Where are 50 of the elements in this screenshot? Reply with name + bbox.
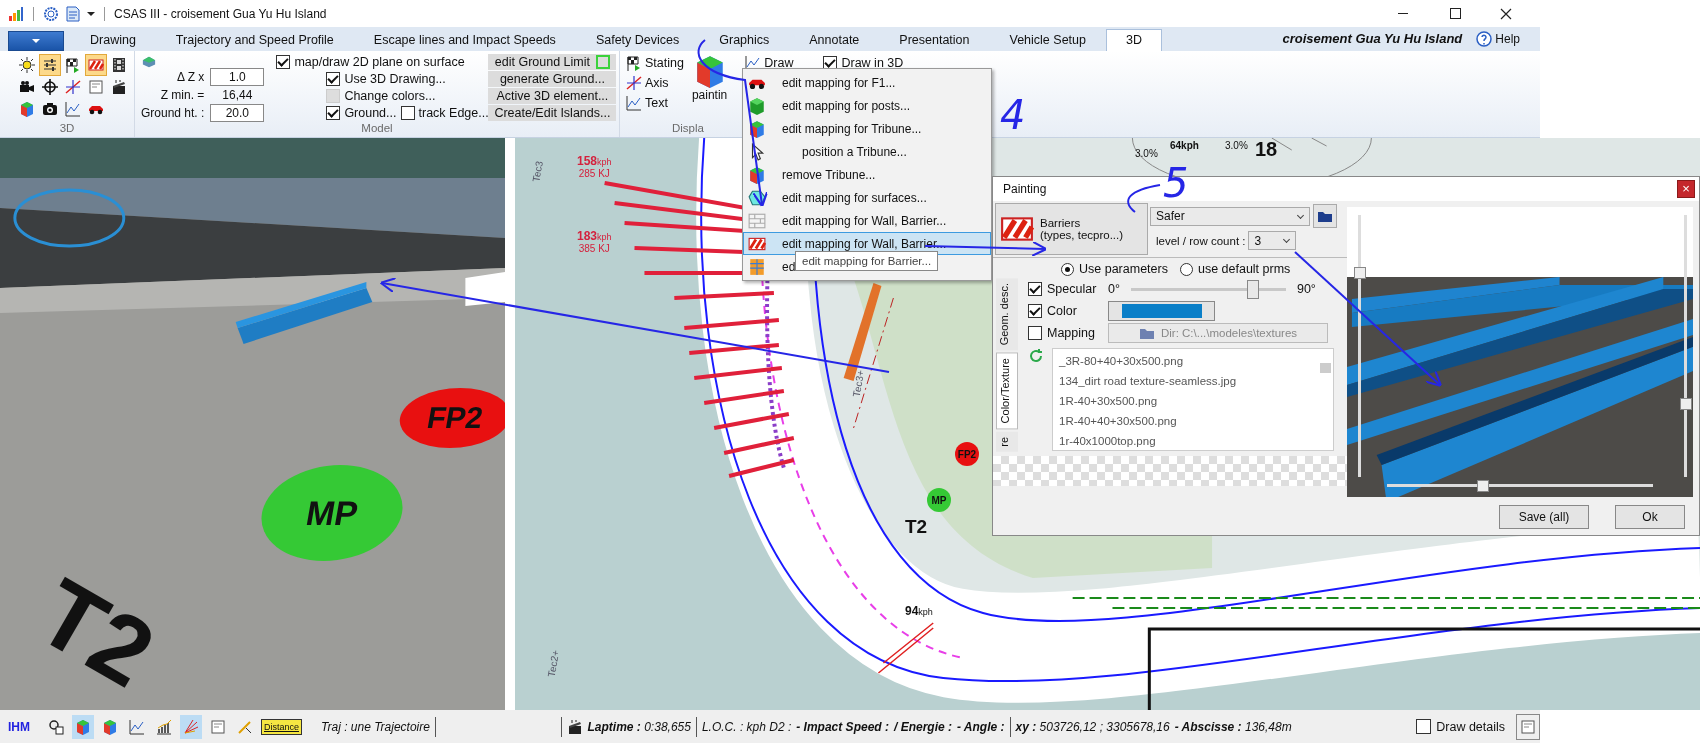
status-text: - Impact Speed : [796,719,889,734]
checkbox-label: Draw in 3D [841,55,904,70]
turn-label: T2 [905,516,928,538]
field-label: Δ Z x [177,69,205,84]
annotation-number: 4 [1000,92,1026,138]
checkbox-label: Color [1047,304,1078,318]
slider-max-label: 90° [1296,282,1316,296]
track-label: Tec3 [530,160,545,183]
checkbox-label: track Edge... [418,105,489,120]
group-label: Displa [672,121,704,136]
speed-label: 183kph 385 KJ [577,231,612,254]
checkbox-label: Draw details [1436,719,1505,734]
map-label: 18 [1255,138,1278,161]
ihm-label: IHM [8,719,30,734]
checkbox-label: Change colors... [344,88,436,103]
speed-label: 158kph 285 KJ [577,156,612,179]
track-label: Tec2+ [545,649,562,678]
status-text: / Energie : [893,719,952,734]
dialog-title: Painting [1003,182,1047,196]
window-title: CSAS III - croisement Gua Yu Hu Island [114,6,327,21]
radio-label: use default prms [1197,262,1291,276]
level-count-label: level / row count : [1155,234,1246,247]
field-label: Ground ht. : [141,105,205,120]
value-readout: 16,44 [221,87,254,102]
map-label: 64kph [1170,140,1199,151]
annotation-number: 5 [1163,160,1189,206]
speed-label: 94kph [905,604,933,618]
checkbox-label: map/draw 2D plane on surface [294,54,465,69]
group-label: Model [360,121,394,136]
checkbox-label: Ground... [344,105,397,120]
field-label: Z min. = [160,87,205,102]
object-type-label: Barriers (types, tecpro...) [1040,217,1124,241]
checkbox-label: Use 3D Drawing... [344,71,446,86]
tooltip: edit mapping for Barrier... [795,251,939,271]
slider-min-label: 0° [1108,282,1120,296]
turn-label: T2 [20,557,173,709]
group-label: 3D [58,121,76,136]
map-label: 3.0% [1135,148,1158,159]
status-text: Laptime : 0:38,655 [587,719,691,734]
status-text: Traj : une Trajectoire [321,719,430,734]
map-label: 3.0% [1225,140,1248,151]
status-text: - Angle : [957,719,1005,734]
checkbox-label: Mapping [1047,326,1096,340]
status-text: xy : 503726,12 ; 3305678,16 [1015,719,1170,734]
project-name: croisement Gua Yu Hu Island [1282,31,1463,47]
status-text: - Abscisse : 136,48m [1174,719,1292,734]
track-label: Tec3+ [850,369,867,398]
status-text: L.O.C. : kph D2 : [701,719,792,734]
checkbox-label: Specular [1047,282,1098,296]
radio-label: Use parameters [1079,262,1168,276]
